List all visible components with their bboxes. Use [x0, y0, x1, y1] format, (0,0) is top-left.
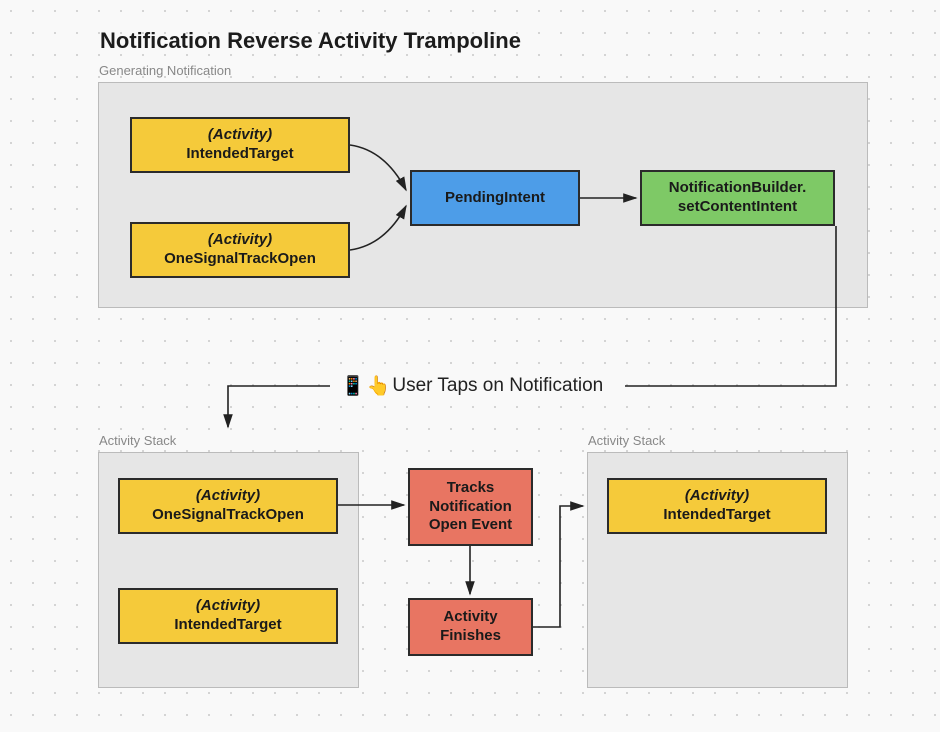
node-activity-finishes: Activity Finishes — [408, 598, 533, 656]
node-label: OneSignalTrackOpen — [164, 250, 316, 269]
diagram-title: Notification Reverse Activity Trampoline — [100, 28, 521, 54]
node-label: IntendedTarget — [174, 616, 281, 635]
frame-label-stack-right: Activity Stack — [588, 433, 665, 448]
node-line: Finishes — [440, 627, 501, 646]
node-line: Open Event — [429, 516, 512, 535]
node-line: Notification — [429, 498, 512, 517]
node-tracks-open-event: Tracks Notification Open Event — [408, 468, 533, 546]
node-label: IntendedTarget — [663, 506, 770, 525]
node-subtitle: (Activity) — [208, 126, 272, 145]
tap-icon: 👆 — [367, 374, 391, 398]
node-intended-target-1: (Activity) IntendedTarget — [130, 117, 350, 173]
node-intended-target-2: (Activity) IntendedTarget — [118, 588, 338, 644]
node-subtitle: (Activity) — [196, 487, 260, 506]
frame-label-generating: Generating Notification — [99, 63, 231, 78]
tap-text: User Taps on Notification — [392, 375, 603, 397]
node-subtitle: (Activity) — [208, 231, 272, 250]
frame-label-stack-left: Activity Stack — [99, 433, 176, 448]
node-label: OneSignalTrackOpen — [152, 506, 304, 525]
node-subtitle: (Activity) — [685, 487, 749, 506]
node-onesignal-track-open-1: (Activity) OneSignalTrackOpen — [130, 222, 350, 278]
node-onesignal-track-open-2: (Activity) OneSignalTrackOpen — [118, 478, 338, 534]
node-notification-builder: NotificationBuilder. setContentIntent — [640, 170, 835, 226]
node-pending-intent: PendingIntent — [410, 170, 580, 226]
node-label-line2: setContentIntent — [678, 198, 797, 217]
node-label: PendingIntent — [445, 189, 545, 208]
user-taps-label: 📱 👆 User Taps on Notification — [333, 374, 611, 398]
phone-icon: 📱 — [341, 374, 365, 398]
node-intended-target-3: (Activity) IntendedTarget — [607, 478, 827, 534]
node-label-line1: NotificationBuilder. — [669, 179, 807, 198]
node-subtitle: (Activity) — [196, 597, 260, 616]
node-line: Activity — [443, 608, 497, 627]
node-label: IntendedTarget — [186, 145, 293, 164]
node-line: Tracks — [447, 479, 495, 498]
